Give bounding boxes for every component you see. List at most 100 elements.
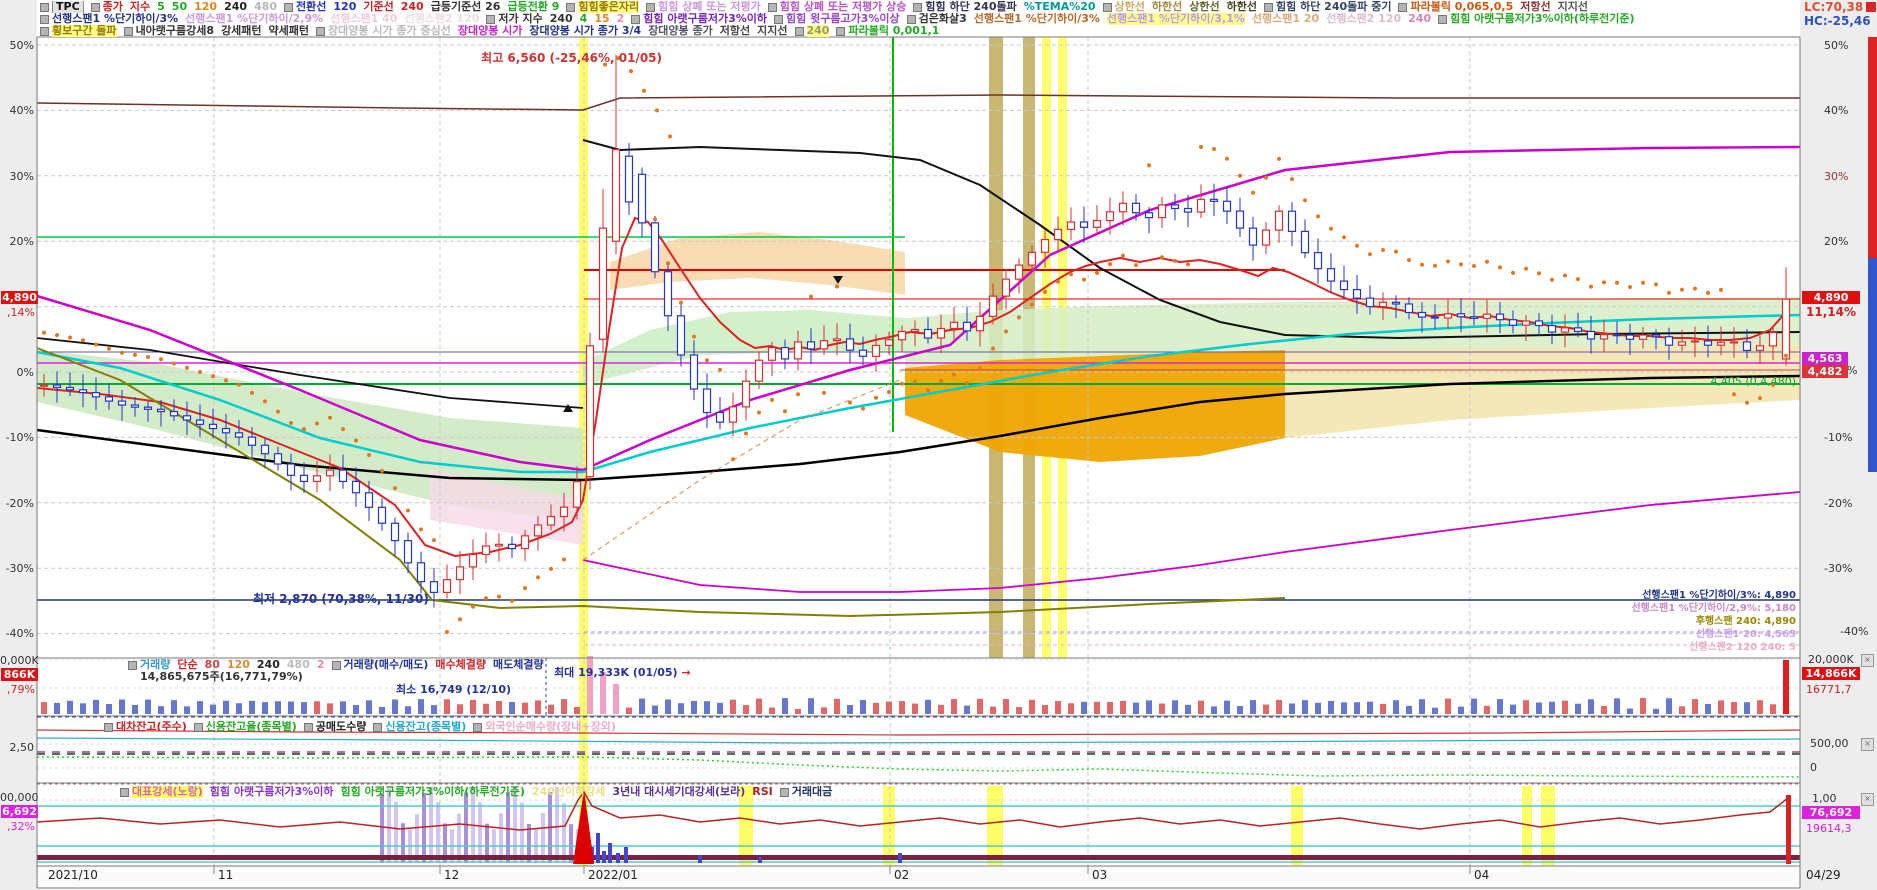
indicator-legend-item[interactable]: 선행스팬1 20 (1252, 13, 1319, 25)
indicator-legend-item[interactable]: 50 (172, 1, 187, 13)
indicator-legend-item[interactable]: 지지선 (757, 25, 787, 37)
volume-legend-item[interactable]: 매도체결량 (493, 659, 544, 671)
volume-legend-item[interactable]: 2 (317, 659, 325, 671)
volume-legend-item[interactable]: 80 (205, 659, 220, 671)
legend-bullet-icon (316, 26, 326, 36)
indicator-legend-item[interactable]: 하한선 (1152, 1, 1182, 13)
indicator-legend-item[interactable]: 횡보구간 돌파 (52, 25, 117, 37)
volume-legend-item[interactable]: 거래량(매수/매도) (344, 659, 429, 671)
indicator-legend-item[interactable]: 하한선 (1227, 1, 1257, 13)
pane4-legend-item[interactable]: RSI (752, 786, 773, 798)
indicator-legend-item[interactable]: 힘힘 아랫구름저가3%이하(하루전기준) (1450, 13, 1634, 25)
pane4-legend-item[interactable]: 3년내 대시세기대강세(보라) (612, 786, 745, 798)
legend-bullet-icon (794, 26, 804, 36)
indicator-legend-item[interactable]: 전환선 (296, 1, 326, 13)
indicator-legend-item[interactable]: 약세패턴 (269, 25, 309, 37)
indicator-legend-item[interactable]: 120 (333, 1, 356, 13)
indicator-legend-item[interactable]: 지수 (130, 1, 150, 13)
chart-canvas[interactable] (0, 0, 1877, 890)
legend-bullet-icon (631, 14, 641, 24)
indicator-legend-item[interactable]: 240 (806, 25, 830, 37)
volume-legend-item[interactable]: 480 (287, 659, 310, 671)
indicator-legend-item[interactable]: 지지선 (1558, 1, 1588, 13)
indicator-legend-item[interactable]: 선행스팬1 %단기하이/3,1% (1106, 13, 1245, 25)
pane3-legend-item[interactable]: 신용잔고율(종목별) (206, 721, 297, 733)
legend-row-1: TPC 종가 지수 5 50 120 240 480 전환선 120 기준선 240 급등기준선 26 급… (40, 1, 1798, 13)
legend-bullet-icon (646, 2, 656, 12)
range-strip-red (1868, 37, 1877, 258)
indicator-legend-item[interactable]: 힘힘 하단 240돌파 중기 (1276, 1, 1391, 13)
pane3-legend: 대차잔고(주수) 신용잔고율(종목별) 공매도수량 신용잔고(종목별) 외국인순매수량(… (104, 721, 1862, 733)
legend-bullet-icon (1102, 2, 1112, 12)
indicator-legend-item[interactable]: 힘힘 아랫구름저가3%이하 (643, 13, 767, 25)
indicator-legend-item[interactable]: 파라볼릭 0,001,1 (848, 25, 939, 37)
legend-bullet-icon (40, 2, 49, 12)
indicator-legend-item[interactable]: 선행스팬2 120 (404, 13, 479, 25)
legend-bullet-icon (373, 722, 383, 732)
indicator-legend-item[interactable]: 파라볼릭 0,065,0,5 (1410, 1, 1513, 13)
indicator-legend-item[interactable]: 장대양봉 시가 종가 3/4 (529, 25, 641, 37)
indicator-legend-item[interactable]: 120 (194, 1, 217, 13)
indicator-legend-item[interactable]: 240 (224, 1, 247, 13)
indicator-legend-item[interactable]: 장대양봉 시가 (458, 25, 523, 37)
indicator-legend-item[interactable]: 장대양봉 시가 종가 중심선 (328, 25, 451, 37)
pane4-legend-item[interactable]: 힘힘 아랫구름저가3%이하(하루전기준) (341, 786, 525, 798)
volume-legend-item[interactable]: 거래량 (140, 659, 170, 671)
indicator-legend-item[interactable]: 강세패턴 (221, 25, 261, 37)
indicator-legend-item[interactable]: 상한선 (1189, 1, 1219, 13)
volume-legend-item[interactable]: 240 (257, 659, 280, 671)
indicator-legend-item[interactable]: 선행스팬1 %단기하이/3% (974, 13, 1100, 25)
pane3-legend-item[interactable]: 신용잔고(종목별) (385, 721, 466, 733)
indicator-legend-item[interactable]: TPC (52, 1, 84, 13)
indicator-legend-item[interactable]: 급등기준선 26 (431, 1, 501, 13)
indicator-legend-item[interactable]: 선행스팬1 %단기하이/3% (52, 13, 178, 25)
indicator-legend-item[interactable]: 힘힘 상폐 또는 저평가 상승 (780, 1, 907, 13)
legend-bullet-icon (303, 722, 313, 732)
legend-bullet-icon (120, 787, 129, 797)
volume-legend-item[interactable]: 매수체결량 (435, 659, 486, 671)
pane3-legend-item[interactable]: 공매도수량 (316, 721, 367, 733)
volume-legend-item[interactable]: 단순 (177, 659, 197, 671)
pane4-legend-item[interactable]: 힘힘 아랫구름저가3%이하 (210, 786, 334, 798)
legend-bullet-icon (123, 26, 133, 36)
legend-bullet-icon (774, 14, 784, 24)
indicator-legend-item[interactable]: 힘힘좋은자리 (578, 1, 640, 13)
indicator-legend-item[interactable]: 5 (157, 1, 165, 13)
indicator-legend-item[interactable]: 종가 (103, 1, 123, 13)
volume-legend-item[interactable]: 120 (227, 659, 250, 671)
indicator-legend-item[interactable]: 힘힘 윗구름고가3%이상 (786, 13, 900, 25)
pane3-legend-item[interactable]: 대차잔고(주수) (116, 721, 187, 733)
corner-red-marker (1866, 2, 1876, 12)
indicator-legend-item[interactable]: 저항선 (1520, 1, 1550, 13)
pane4-legend-item[interactable]: 240선이하강세 (532, 786, 606, 798)
legend-bullet-icon (473, 722, 483, 732)
indicator-legend-item[interactable]: 상한선 (1115, 1, 1145, 13)
indicator-legend-item[interactable]: 검은화살3 (919, 13, 967, 25)
indicator-legend-item[interactable]: 선행스팬1 40 (330, 13, 397, 25)
indicator-legend-item[interactable]: %TEMA%20 (1024, 1, 1096, 13)
indicator-legend-item[interactable]: 2 (617, 13, 625, 25)
indicator-legend-item[interactable]: 240 (550, 13, 573, 25)
indicator-legend-item[interactable]: 장대양봉 종가 (648, 25, 713, 37)
indicator-legend-item[interactable]: 선행스팬1 %단기하이/2,9% (185, 13, 323, 25)
indicator-legend-item[interactable]: 기준선 (363, 1, 393, 13)
volume-shares-label: 14,865,675주(16,771,79%) (140, 670, 303, 683)
indicator-legend-item[interactable]: 힘힘 하단 240돌파 (925, 1, 1016, 13)
legend-bullet-icon (90, 2, 100, 12)
pane4-legend-item[interactable]: 대표강세(노랑) (132, 786, 203, 798)
indicator-legend-item[interactable]: 15 (594, 13, 609, 25)
indicator-legend-item[interactable]: 저항선 (720, 25, 750, 37)
pane3-legend-item[interactable]: 외국인순매수량(장내+장외) (485, 721, 616, 733)
indicator-legend-item[interactable]: 4 (580, 13, 588, 25)
stock-chart-window: TPC 종가 지수 5 50 120 240 480 전환선 120 기준선 240 급등기준선 26 급… (0, 0, 1877, 890)
indicator-legend-item[interactable]: 480 (254, 1, 277, 13)
pane4-legend-item[interactable]: 거래대금 (792, 786, 832, 798)
indicator-legend-item[interactable]: 선행스팬2 120 (1326, 13, 1401, 25)
indicator-legend-item[interactable]: 240 (401, 1, 424, 13)
indicator-legend-item[interactable]: 급등전환 9 (507, 1, 559, 13)
indicator-legend-item[interactable]: 내아랫구름강세8 (136, 25, 215, 37)
indicator-legend-item[interactable]: 저가 지수 (498, 13, 542, 25)
indicator-legend-item[interactable]: 힘힘 상폐 또는 저평가 (658, 1, 761, 13)
legend-bullet-icon (836, 26, 846, 36)
indicator-legend-item[interactable]: 240 (1408, 13, 1431, 25)
